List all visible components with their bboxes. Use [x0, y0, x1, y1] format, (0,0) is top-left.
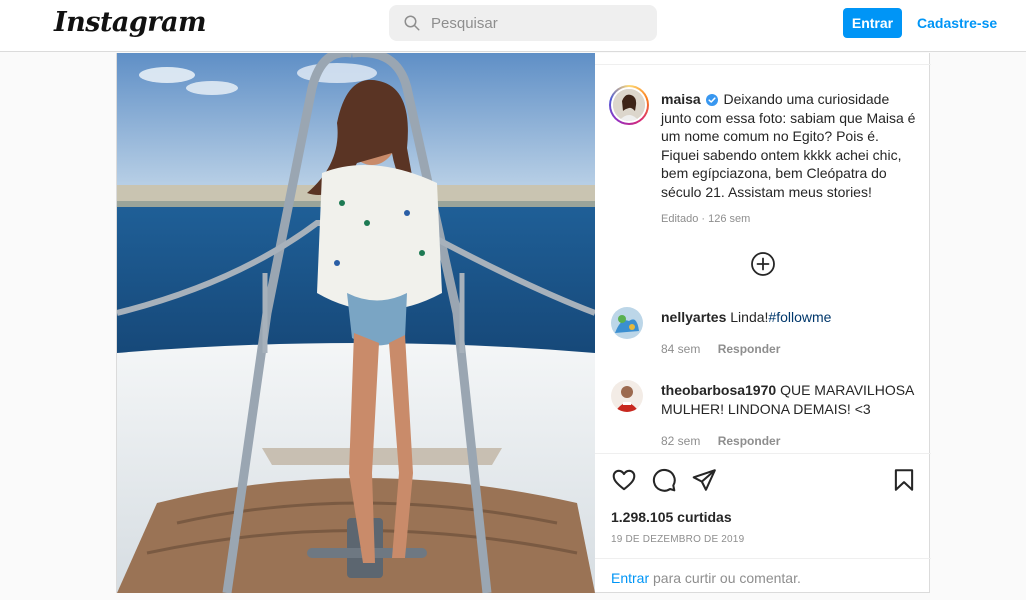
heart-icon[interactable] [611, 467, 637, 493]
comment-time: 84 sem [661, 342, 701, 356]
comment-username[interactable]: theobarbosa1970 [661, 382, 776, 398]
post-caption: maisa Deixando uma curiosidade junto com… [661, 90, 919, 201]
divider [595, 558, 931, 559]
comment-hashtag[interactable]: #followme [768, 309, 831, 325]
signup-link[interactable]: Cadastre-se [917, 15, 997, 31]
commenter-avatar[interactable] [611, 380, 643, 412]
comment-text-line: nellyartes Linda!#followme [661, 308, 919, 327]
comment-icon[interactable] [651, 467, 677, 493]
post-sidebar: maisa Deixando uma curiosidade junto com… [595, 53, 931, 593]
likes-count[interactable]: 1.298.105 curtidas [611, 509, 732, 525]
login-prompt-text: para curtir ou comentar. [653, 570, 801, 586]
author-username[interactable]: maisa [661, 91, 701, 107]
save-icon[interactable] [891, 467, 917, 493]
divider [595, 64, 931, 65]
verified-icon [705, 94, 718, 106]
caption-text: Deixando uma curiosidade junto com essa … [661, 91, 916, 200]
comment-username[interactable]: nellyartes [661, 309, 726, 325]
comment-meta: 84 sem Responder [661, 342, 780, 356]
login-button[interactable]: Entrar [843, 8, 902, 38]
meta-separator: · [701, 213, 706, 225]
commenter-avatar[interactable] [611, 307, 643, 339]
login-prompt: Entrar para curtir ou comentar. [611, 570, 801, 586]
post-photo[interactable] [117, 53, 595, 593]
search-box[interactable] [389, 5, 657, 41]
photo-illustration [117, 53, 595, 593]
edited-label: Editado [661, 213, 699, 225]
top-navigation-bar: Instagram Entrar Cadastre-se [0, 0, 1026, 52]
search-input[interactable] [431, 14, 631, 32]
comment-text-line: theobarbosa1970 QUE MARAVILHOSA MULHER! … [661, 381, 919, 418]
login-link[interactable]: Entrar [611, 570, 649, 586]
search-icon [404, 15, 420, 31]
caption-time: 126 sem [708, 213, 751, 225]
post-card: maisa Deixando uma curiosidade junto com… [116, 53, 931, 593]
caption-meta: Editado · 126 sem [661, 213, 750, 225]
comment-meta: 82 sem Responder [661, 434, 780, 448]
load-more-icon[interactable] [750, 251, 776, 277]
instagram-logo[interactable]: Instagram [54, 7, 207, 38]
author-avatar[interactable] [609, 85, 649, 125]
share-icon[interactable] [691, 467, 717, 493]
divider [595, 453, 931, 454]
post-date: 19 DE DEZEMBRO DE 2019 [611, 534, 745, 545]
reply-button[interactable]: Responder [718, 342, 781, 356]
reply-button[interactable]: Responder [718, 434, 781, 448]
comment-time: 82 sem [661, 434, 701, 448]
comment-text: Linda! [730, 309, 769, 325]
